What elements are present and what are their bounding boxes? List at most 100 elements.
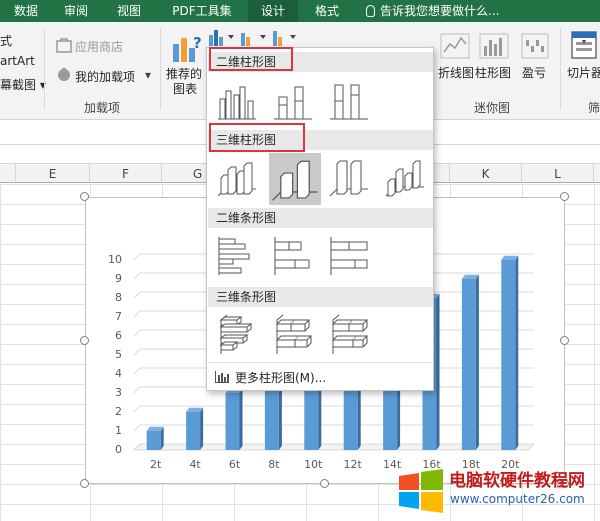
chart-resize-handle[interactable] [80,336,89,345]
menu-divider [208,362,433,363]
sparkline-line-icon [440,33,470,59]
my-addins-dropdown-arrow[interactable]: ▾ [145,68,151,82]
x-tick-label: 10t [304,458,323,471]
app-store-button[interactable]: 应用商店 [75,38,123,55]
watermark: 电脑软硬件教程网 www.computer26.com [397,464,600,521]
chart-resize-handle[interactable] [80,479,89,488]
column-chart-gallery: 二维柱形图 三维柱形图 二维条形图 三维条形图 更多柱形图(M)... [206,47,434,391]
column-chart-insert-icon[interactable] [208,27,236,47]
stacked-column-thumb[interactable] [271,79,315,123]
partial-screenshot-label[interactable]: 幕截图 ▾ [0,76,46,93]
clustered-column-thumb[interactable] [215,79,259,123]
3d-percent-stacked-bar-thumb[interactable] [327,312,371,356]
tab-pdf-tools[interactable]: PDF工具集 [162,0,242,22]
chart-resize-handle[interactable] [80,192,89,201]
3d-clustered-bar-thumb[interactable] [215,312,259,356]
percent-stacked-column-thumb[interactable] [327,79,371,123]
pie-chart-insert-icon[interactable] [272,27,300,47]
bar-side [436,293,440,450]
3d-stacked-column-thumb-selected[interactable] [269,153,321,205]
recommended-chart-icon: ? [173,34,202,62]
section-3d-bar: 三维条形图 [208,287,433,307]
column-header-e[interactable]: E [16,164,90,184]
gridline-depth [133,367,141,375]
partial-label-1[interactable]: 式 [0,32,12,49]
column-header-f[interactable]: F [90,164,162,184]
x-tick-label: 6t [229,458,241,471]
lightbulb-icon [366,5,375,17]
tab-format[interactable]: 格式 [302,0,352,22]
chart-resize-handle[interactable] [560,336,569,345]
section-2d-bar: 二维条形图 [208,208,433,228]
bar-side [515,255,519,450]
tell-me-search[interactable]: 告诉我您想要做什么... [366,0,499,22]
y-tick-label: 4 [115,367,122,380]
column-header-l[interactable]: L [522,164,594,184]
y-tick-label: 10 [108,253,122,266]
y-tick-label: 5 [115,348,122,361]
tab-view[interactable]: 视图 [104,0,154,22]
gridline-depth [133,405,141,413]
x-tick-label: 8t [268,458,280,471]
y-tick-label: 2 [115,405,122,418]
tab-data[interactable]: 数据 [2,0,50,22]
x-tick-label: 12t [344,458,363,471]
3d-column-thumb[interactable] [383,156,427,200]
slicer-button[interactable]: 切片器 [567,64,600,81]
bar [461,279,476,450]
column-header-k[interactable]: K [450,164,522,184]
filter-group-label: 筛 [588,101,600,115]
addins-group-label: 加载项 [84,101,121,115]
excel-window: 数据 审阅 视图 PDF工具集 设计 格式 告诉我您想要做什么... 式 art… [0,0,600,521]
bar [225,393,240,450]
sparkline-column-button[interactable]: 柱形图 [475,64,511,81]
watermark-title: 电脑软硬件教程网 [449,471,585,491]
gridline-depth [133,348,141,356]
group-separator [160,28,161,110]
gridline-depth [133,310,141,318]
partial-label-2[interactable]: artArt [0,54,35,68]
y-tick-label: 3 [115,386,122,399]
highlight-3d-column [209,123,305,152]
tab-design[interactable]: 设计 [248,0,298,22]
y-tick-label: 6 [115,329,122,342]
sparkline-winloss-icon [521,33,549,59]
highlight-2d-column [209,47,293,71]
select-all-corner[interactable] [0,164,16,184]
percent-stacked-bar-thumb[interactable] [327,234,371,278]
bar-side [475,274,479,450]
bar-side [239,388,243,450]
sparkline-winloss-button[interactable]: 盈亏 [522,64,546,81]
bar [186,412,201,450]
y-tick-label: 0 [115,443,122,456]
stacked-bar-thumb[interactable] [271,234,315,278]
my-addins-button[interactable]: 我的加载项 [75,68,135,85]
gridline-depth [133,272,141,280]
svg-text:?: ? [193,34,202,52]
3d-stacked-bar-thumb[interactable] [271,312,315,356]
column-chart-icon [215,371,229,383]
sparkline-line-button[interactable]: 折线图 [438,64,474,81]
gridline-depth [133,386,141,394]
recommended-charts-line2[interactable]: 图表 [173,80,197,97]
gridline-depth [133,291,141,299]
chart-resize-handle[interactable] [560,192,569,201]
y-tick-label: 8 [115,291,122,304]
3d-clustered-column-thumb[interactable] [215,156,259,200]
y-tick-label: 7 [115,310,122,323]
store-icon [56,38,72,53]
clustered-bar-thumb[interactable] [215,234,259,278]
tell-me-text: 告诉我您想要做什么... [380,4,500,18]
ribbon-tab-bar: 数据 审阅 视图 PDF工具集 设计 格式 告诉我您想要做什么... [0,0,600,22]
more-column-charts-item[interactable]: 更多柱形图(M)... [215,369,326,386]
y-tick-label: 1 [115,424,122,437]
line-chart-insert-icon[interactable] [240,27,268,47]
sparklines-group-label: 迷你图 [474,101,511,115]
gridline-depth [133,329,141,337]
bar [146,431,161,450]
chart-resize-handle[interactable] [320,479,329,488]
more-column-charts-label: 更多柱形图(M)... [235,371,327,385]
group-separator [44,28,45,110]
3d-percent-stacked-column-thumb[interactable] [327,156,371,200]
tab-review[interactable]: 审阅 [54,0,98,22]
